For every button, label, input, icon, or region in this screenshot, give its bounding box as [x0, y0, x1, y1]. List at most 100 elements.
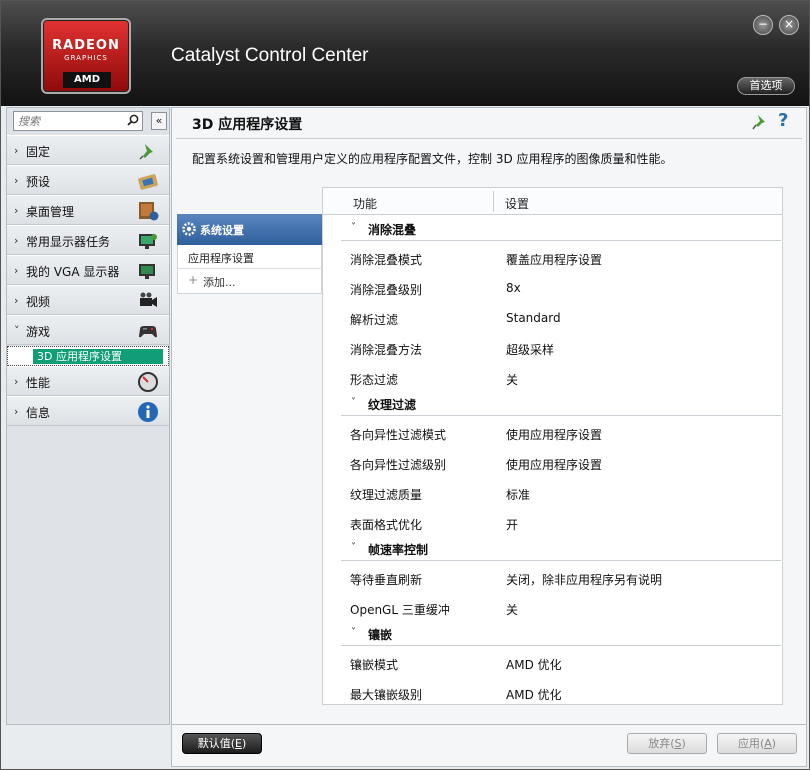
sidebar-item-label: 视频	[26, 295, 51, 309]
sidebar-item-label: 游戏	[26, 325, 51, 339]
profile-item-app-settings[interactable]: 应用程序设置	[177, 245, 322, 269]
setting-name: 等待垂直刷新	[350, 573, 423, 587]
setting-value[interactable]: AMD 优化	[506, 686, 562, 703]
defaults-button[interactable]: 默认值(E)	[182, 733, 262, 754]
preferences-button[interactable]: 首选项	[737, 77, 795, 95]
setting-value[interactable]: 开	[506, 516, 518, 533]
column-divider	[493, 191, 494, 212]
title-bar: RADEON GRAPHICS AMD Catalyst Control Cen…	[1, 1, 809, 106]
table-row[interactable]: 最大镶嵌级别 AMD 优化	[323, 678, 782, 708]
collapse-sidebar-button[interactable]: «	[151, 112, 167, 130]
setting-value[interactable]: 使用应用程序设置	[506, 426, 602, 443]
defaults-hotkey: E	[235, 737, 242, 750]
discard-label: 放弃	[648, 737, 671, 750]
gauge-icon	[138, 372, 158, 392]
setting-value[interactable]: 使用应用程序设置	[506, 456, 602, 473]
setting-value[interactable]: 关闭，除非应用程序另有说明	[506, 571, 662, 588]
discard-button[interactable]: 放弃(S)	[627, 733, 707, 754]
logo-amd-text: AMD	[63, 72, 111, 88]
table-row[interactable]: 镶嵌模式 AMD 优化	[323, 648, 782, 678]
table-row[interactable]: 消除混叠方法 超级采样	[323, 333, 782, 363]
setting-name: 纹理过滤质量	[350, 488, 423, 502]
sidebar-item-label: 固定	[26, 145, 51, 159]
setting-name: 形态过滤	[350, 373, 399, 387]
table-row[interactable]: 解析过滤 Standard	[323, 303, 782, 333]
setting-value[interactable]: AMD 优化	[506, 656, 562, 673]
setting-name: 最大镶嵌级别	[350, 688, 423, 702]
table-row[interactable]: 各向异性过滤级别 使用应用程序设置	[323, 448, 782, 478]
vga-monitor-icon	[139, 264, 155, 279]
discard-hotkey: S	[674, 737, 682, 750]
section-title: 消除混叠	[368, 223, 417, 237]
video-camera-icon	[140, 292, 157, 307]
table-row[interactable]: 表面格式优化 开	[323, 508, 782, 538]
setting-value[interactable]: 关	[506, 371, 518, 388]
search-icon[interactable]	[127, 114, 139, 126]
setting-value[interactable]: 8x	[506, 281, 521, 295]
setting-name: 各向异性过滤级别	[350, 458, 447, 472]
column-header-setting: 设置	[505, 197, 530, 211]
chevron-right-icon: ›	[14, 144, 19, 157]
section-frame-rate-control[interactable]: ˅ 帧速率控制	[323, 536, 782, 562]
chevron-down-icon: ˅	[351, 627, 356, 638]
sidebar: « › 固定 › 预设 › 桌面管理 › 常用显示器任务 › 我的 VGA 显示…	[6, 107, 170, 725]
sidebar-item-presets[interactable]: › 预设	[7, 165, 169, 195]
setting-value[interactable]: 覆盖应用程序设置	[506, 251, 602, 268]
display-tasks-icon	[139, 234, 157, 249]
sidebar-item-performance[interactable]: › 性能	[7, 366, 169, 396]
sidebar-item-video[interactable]: › 视频	[7, 285, 169, 315]
apply-button[interactable]: 应用(A)	[717, 733, 797, 754]
table-row[interactable]: 消除混叠级别 8x	[323, 273, 782, 303]
sidebar-item-desktop-management[interactable]: › 桌面管理	[7, 195, 169, 225]
add-profile-label: 添加...	[203, 276, 236, 289]
chevron-down-icon: ˅	[351, 222, 356, 233]
section-divider	[341, 415, 781, 416]
pin-page-icon[interactable]	[752, 113, 768, 131]
close-button[interactable]: ×	[779, 15, 799, 35]
section-title: 纹理过滤	[368, 398, 417, 412]
logo-graphics-text: GRAPHICS	[64, 54, 108, 62]
chevron-right-icon: ›	[14, 294, 19, 307]
table-row[interactable]: 纹理过滤质量 标准	[323, 478, 782, 508]
section-title: 镶嵌	[368, 628, 393, 642]
table-row[interactable]: 消除混叠模式 覆盖应用程序设置	[323, 243, 782, 273]
sidebar-item-vga-monitor[interactable]: › 我的 VGA 显示器	[7, 255, 169, 285]
table-header: 功能 设置	[323, 188, 782, 215]
section-tessellation[interactable]: ˅ 镶嵌	[323, 621, 782, 647]
settings-table: 功能 设置 ˅ 消除混叠 消除混叠模式 覆盖应用程序设置 消除混叠级别 8x 解析过…	[322, 187, 783, 705]
help-icon[interactable]: ?	[778, 110, 788, 131]
setting-value[interactable]: 标准	[506, 486, 530, 503]
add-profile-button[interactable]: + 添加...	[177, 269, 322, 293]
page-description: 配置系统设置和管理用户定义的应用程序配置文件，控制 3D 应用程序的图像质量和性…	[192, 152, 673, 166]
table-row[interactable]: 等待垂直刷新 关闭，除非应用程序另有说明	[323, 563, 782, 593]
sidebar-item-pinned[interactable]: › 固定	[7, 135, 169, 165]
desktop-icon	[139, 202, 159, 221]
sidebar-item-gaming[interactable]: ˅ 游戏	[7, 315, 169, 345]
section-texture-filtering[interactable]: ˅ 纹理过滤	[323, 391, 782, 417]
setting-value[interactable]: 关	[506, 601, 518, 618]
table-row[interactable]: 形态过滤 关	[323, 363, 782, 393]
chevron-right-icon: ›	[14, 174, 19, 187]
tab-system-settings[interactable]: 系统设置	[177, 214, 342, 245]
preset-icon	[138, 174, 158, 190]
setting-name: 镶嵌模式	[350, 658, 399, 672]
sidebar-subitem-3d-app-settings[interactable]: 3D 应用程序设置	[7, 346, 169, 366]
minimize-button[interactable]: −	[753, 15, 773, 35]
sidebar-item-display-tasks[interactable]: › 常用显示器任务	[7, 225, 169, 255]
section-divider	[341, 645, 781, 646]
setting-value[interactable]: Standard	[506, 311, 561, 325]
setting-value[interactable]: 超级采样	[506, 341, 554, 358]
apply-hotkey: A	[764, 737, 772, 750]
sidebar-item-label: 性能	[26, 376, 51, 390]
section-divider	[341, 560, 781, 561]
table-row[interactable]: 各向异性过滤模式 使用应用程序设置	[323, 418, 782, 448]
search-input[interactable]	[14, 112, 119, 130]
sidebar-item-information[interactable]: › 信息	[7, 396, 169, 426]
main-panel: 3D 应用程序设置 ? 配置系统设置和管理用户定义的应用程序配置文件，控制 3D…	[171, 107, 807, 725]
table-row[interactable]: OpenGL 三重缓冲 关	[323, 593, 782, 623]
setting-name: 消除混叠模式	[350, 253, 423, 267]
section-antialiasing[interactable]: ˅ 消除混叠	[323, 216, 782, 242]
chevron-right-icon: ›	[14, 234, 19, 247]
chevron-right-icon: ›	[14, 264, 19, 277]
page-title: 3D 应用程序设置	[192, 117, 303, 133]
